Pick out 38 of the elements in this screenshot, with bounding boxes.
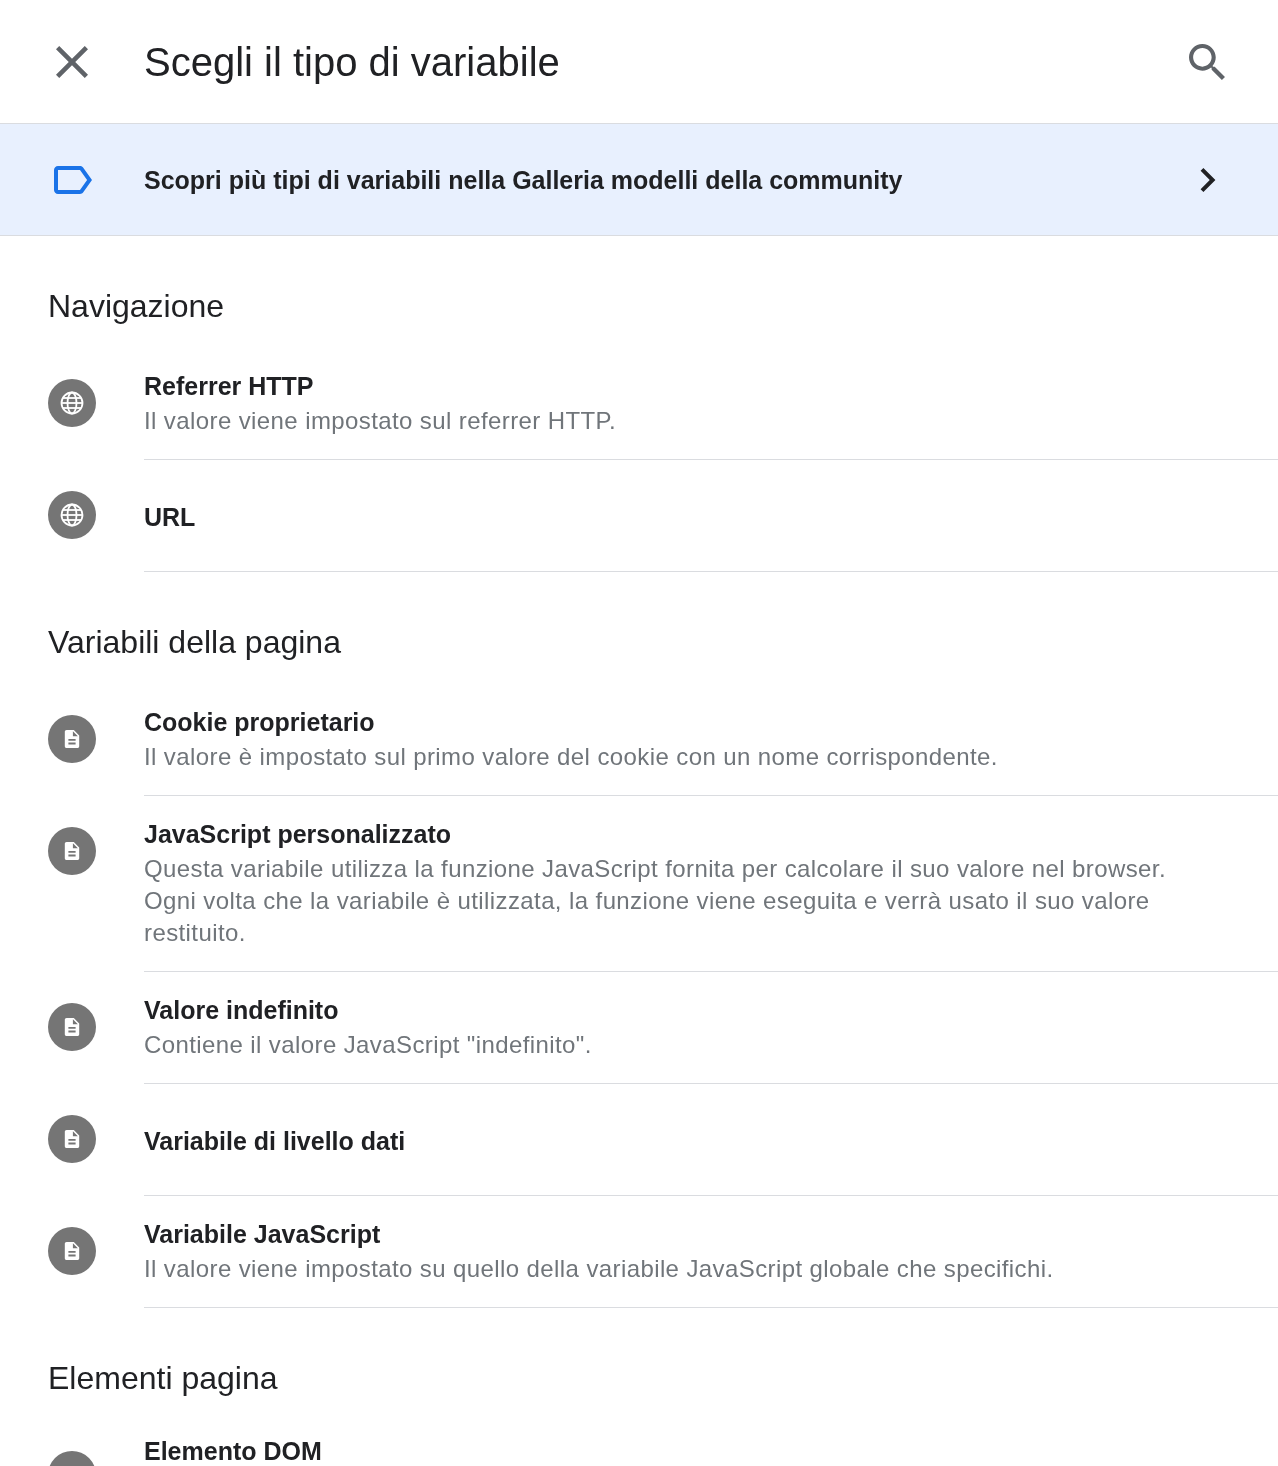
option-description: Questa variabile utilizza la funzione JavaScript fornita per calcolare il suo valore nel browser. Ogni volta che la variabile è utilizzata, la funzione viene eseguita e verrà usato il suo valore restituito. <box>144 854 1167 948</box>
section-heading: Elementi pagina <box>48 1360 279 1396</box>
option-title: Valore indefinito <box>144 996 340 1024</box>
option-title: JavaScript personalizzato <box>144 820 453 848</box>
variable-type-option[interactable]: Valore indefinito Contiene il valore JavaScript "indefinito". <box>0 972 1278 1084</box>
variable-type-option[interactable]: Variabile di livello dati <box>0 1084 1278 1196</box>
globe-icon <box>48 379 96 427</box>
option-title: URL <box>144 502 197 531</box>
option-description: Il valore viene impostato su quello della variabile JavaScript globale che specifichi. <box>144 1254 1055 1284</box>
dialog-title: Scegli il tipo di variabile <box>144 38 560 86</box>
option-title: Variabile JavaScript <box>144 1220 382 1248</box>
option-description: Il valore è impostato sul primo valore del cookie con un nome corrispondente. <box>144 742 999 772</box>
search-button[interactable] <box>1189 43 1225 80</box>
document-icon <box>48 1003 96 1051</box>
option-description: Contiene il valore JavaScript "indefinito". <box>144 1030 593 1060</box>
section-heading: Variabili della pagina <box>48 624 342 660</box>
variable-type-option[interactable]: Referrer HTTP Il valore viene impostato sul referrer HTTP. <box>0 348 1278 460</box>
variable-type-option[interactable]: URL <box>0 460 1278 572</box>
option-title: Variabile di livello dati <box>144 1126 407 1155</box>
option-description: Il valore viene impostato sul referrer HTTP. <box>144 406 617 436</box>
close-icon <box>56 45 88 78</box>
document-icon <box>48 715 96 763</box>
option-title: Elemento DOM <box>144 1437 323 1465</box>
search-icon <box>1189 43 1225 80</box>
option-title: Referrer HTTP <box>144 372 315 400</box>
variable-type-option[interactable]: Variabile JavaScript Il valore viene impostato su quello della variabile JavaScript globale che specifichi. <box>0 1196 1278 1308</box>
close-button[interactable] <box>56 45 88 78</box>
globe-icon <box>48 491 96 539</box>
document-icon <box>48 1115 96 1163</box>
document-icon <box>48 1227 96 1275</box>
variable-type-option[interactable]: Elemento DOM <box>0 1420 1278 1466</box>
community-gallery-link[interactable]: Scopri più tipi di variabili nella Galleria modelli della community <box>0 124 1278 236</box>
variable-type-option[interactable]: Cookie proprietario Il valore è impostato sul primo valore del cookie con un nome corrispondente. <box>0 684 1278 796</box>
chevron-right-icon <box>1200 167 1216 192</box>
section-heading: Navigazione <box>48 288 226 324</box>
tag-icon <box>54 165 92 194</box>
option-title: Cookie proprietario <box>144 708 376 736</box>
document-icon <box>48 827 96 875</box>
